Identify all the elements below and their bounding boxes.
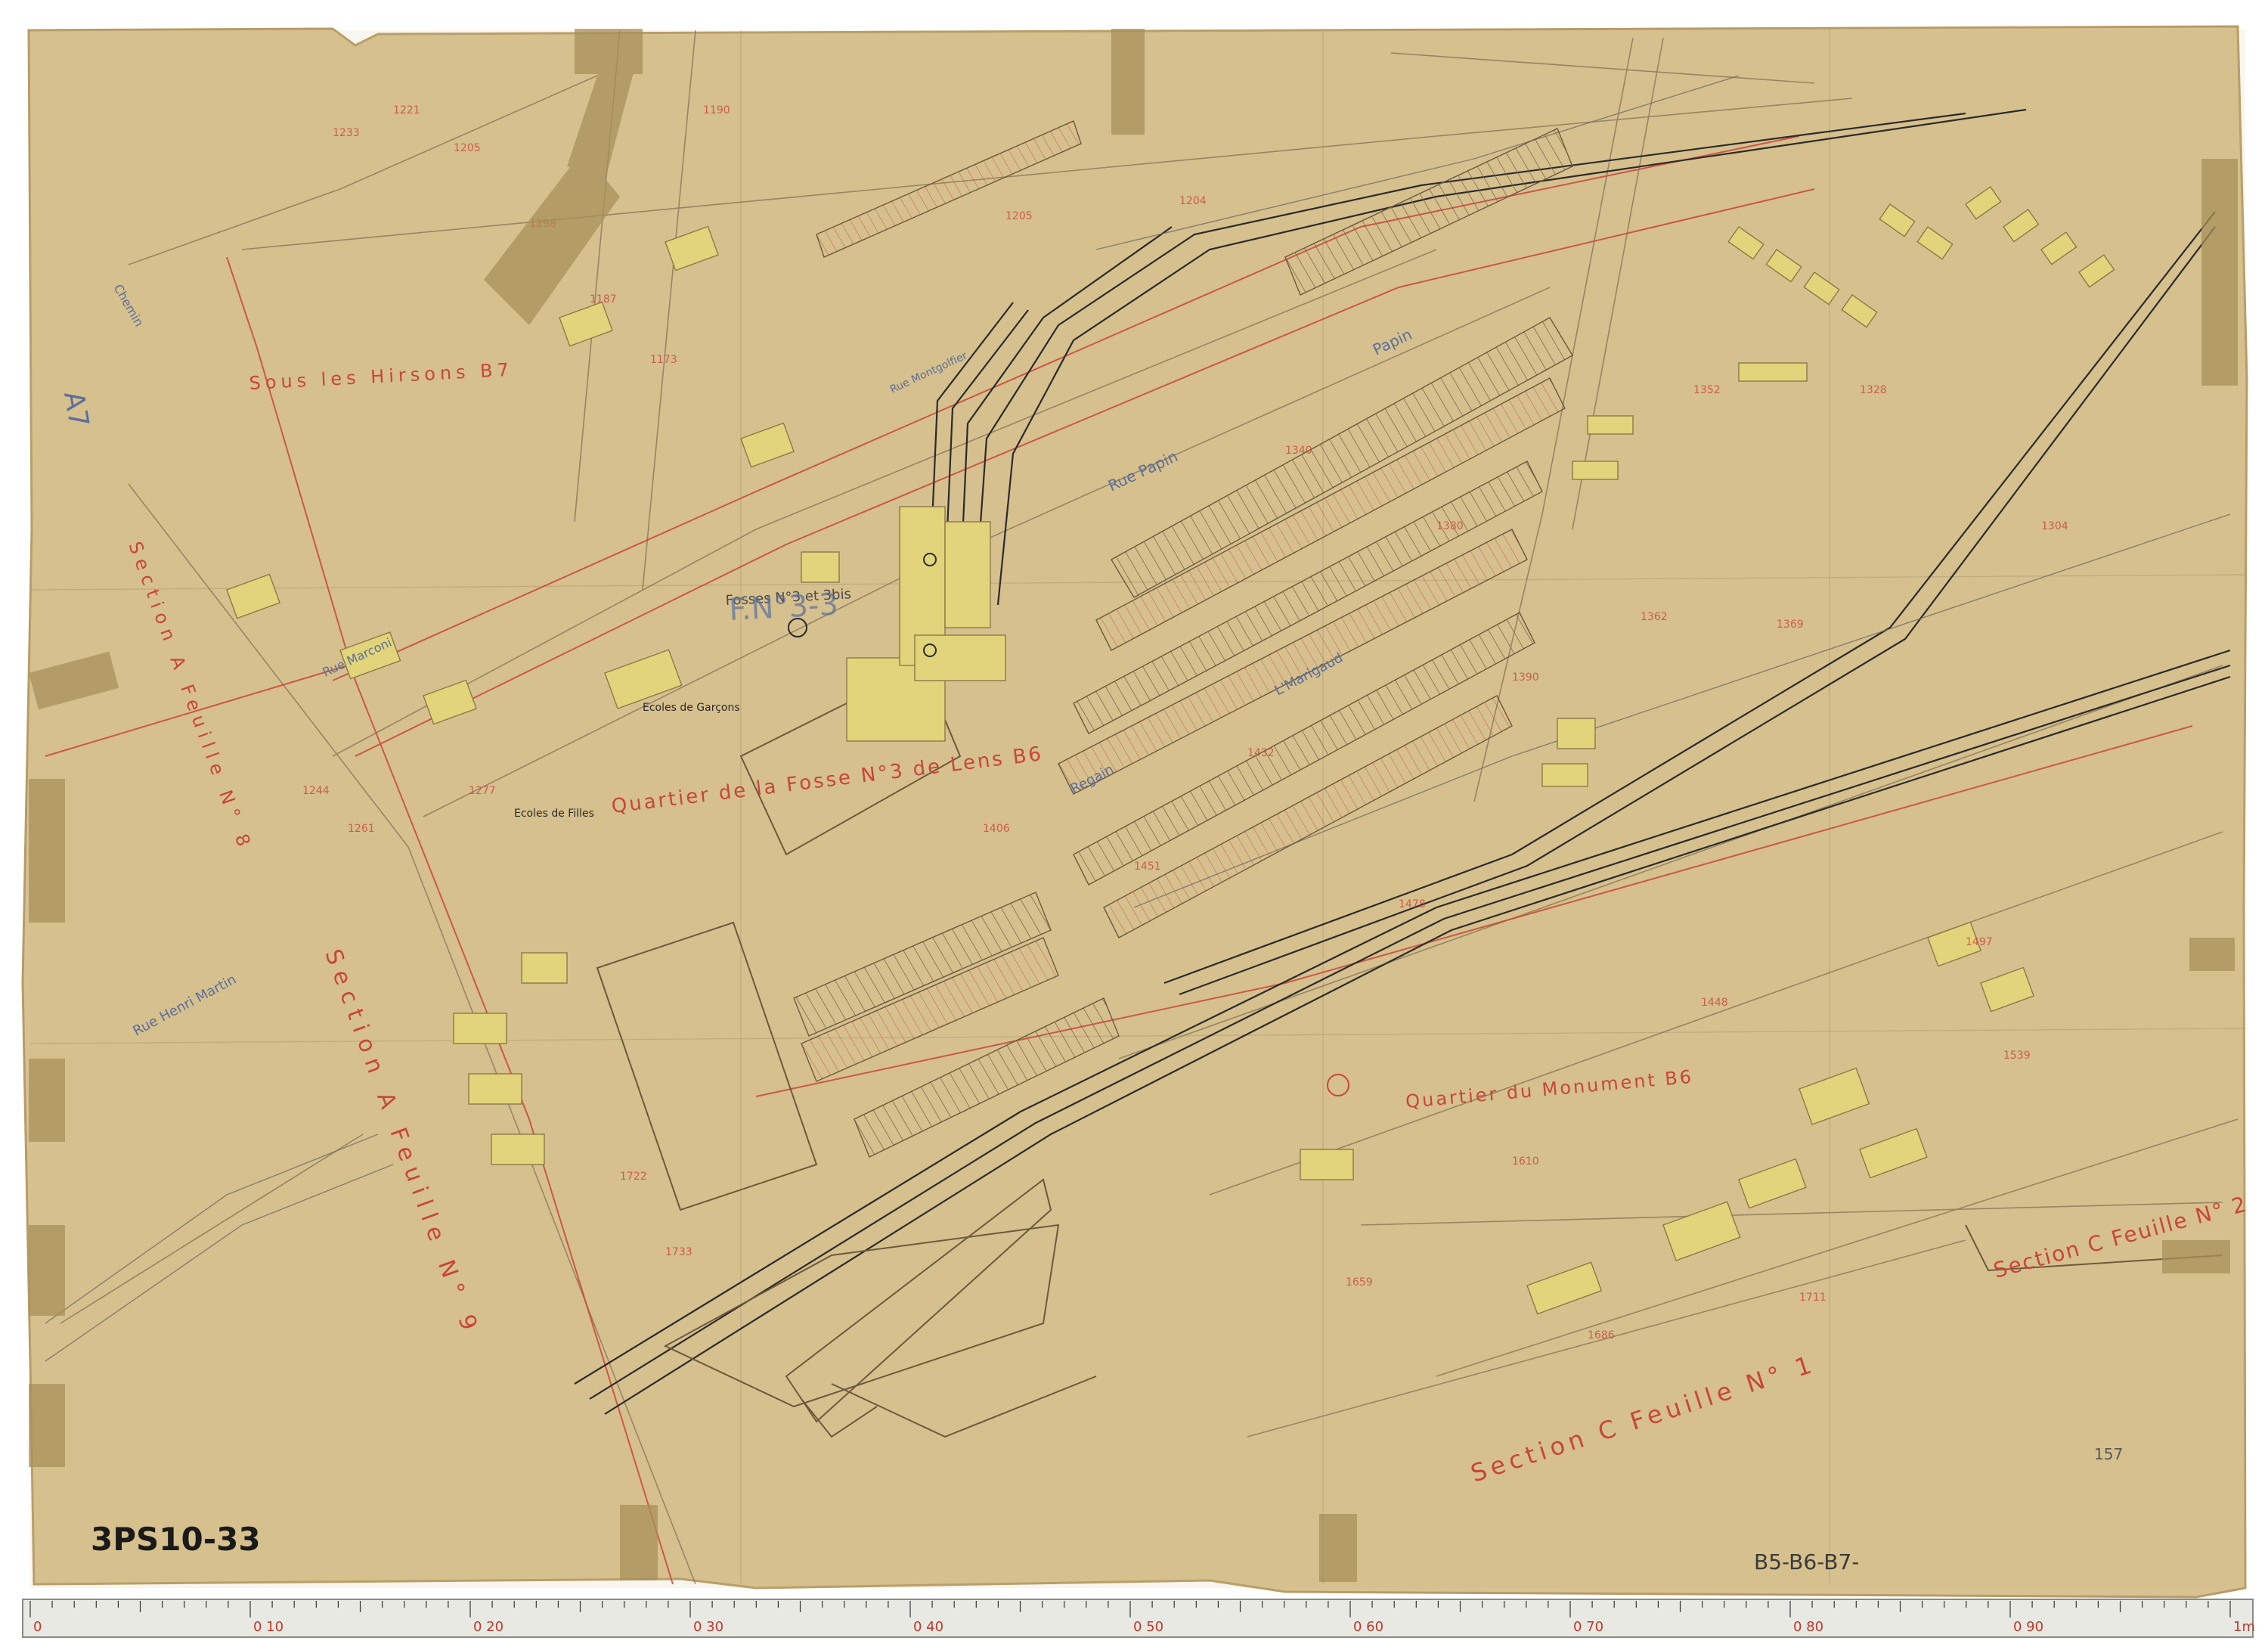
street-label-montgolfier: Rue Montgolfier	[888, 349, 969, 395]
street-label-marconi: Rue Marconi	[321, 635, 394, 680]
sheet-references: B5-B6-B7-	[1754, 1549, 1859, 1574]
street-label-marigaud: L'Marigaud	[1272, 650, 1345, 699]
section-label-c-feuille-1: Section C Feuille N° 1	[1467, 1349, 1820, 1488]
street-label-papin: Papin	[1370, 325, 1414, 359]
grid-label-a7: A7	[57, 389, 94, 430]
section-label-c-feuille-2: Section C Feuille N° 2	[1991, 1191, 2250, 1282]
building-label-ecoles-filles: Ecoles de Filles	[514, 808, 594, 820]
map-labels: Sous les Hirsons B7 A7 Quartier de la Fo…	[57, 282, 2250, 1575]
street-label-regain: Regain	[1067, 761, 1116, 797]
archive-reference: 3PS10-33	[91, 1521, 261, 1558]
street-label-rue-papin: Rue Papin	[1105, 447, 1181, 495]
section-label-a-feuille-9: Section A Feuille N° 9	[319, 946, 485, 1341]
street-label-henri-martin: Rue Henri Martin	[130, 972, 239, 1040]
district-label-quartier-monument: Quartier du Monument B6	[1405, 1066, 1694, 1112]
district-label-quartier-fosse: Quartier de la Fosse N°3 de Lens B6	[610, 743, 1044, 818]
district-label-sous-les-hirsons: Sous les Hirsons B7	[249, 359, 514, 394]
sheet-number: 157	[2094, 1445, 2123, 1463]
pit-label-large: F.N°3-3	[728, 587, 839, 628]
street-label-chemin: Chemin	[111, 282, 147, 330]
building-label-ecoles-garcons: Ecoles de Garçons	[643, 702, 740, 714]
section-label-a-feuille-8: Section A Feuille N° 8	[124, 538, 256, 854]
